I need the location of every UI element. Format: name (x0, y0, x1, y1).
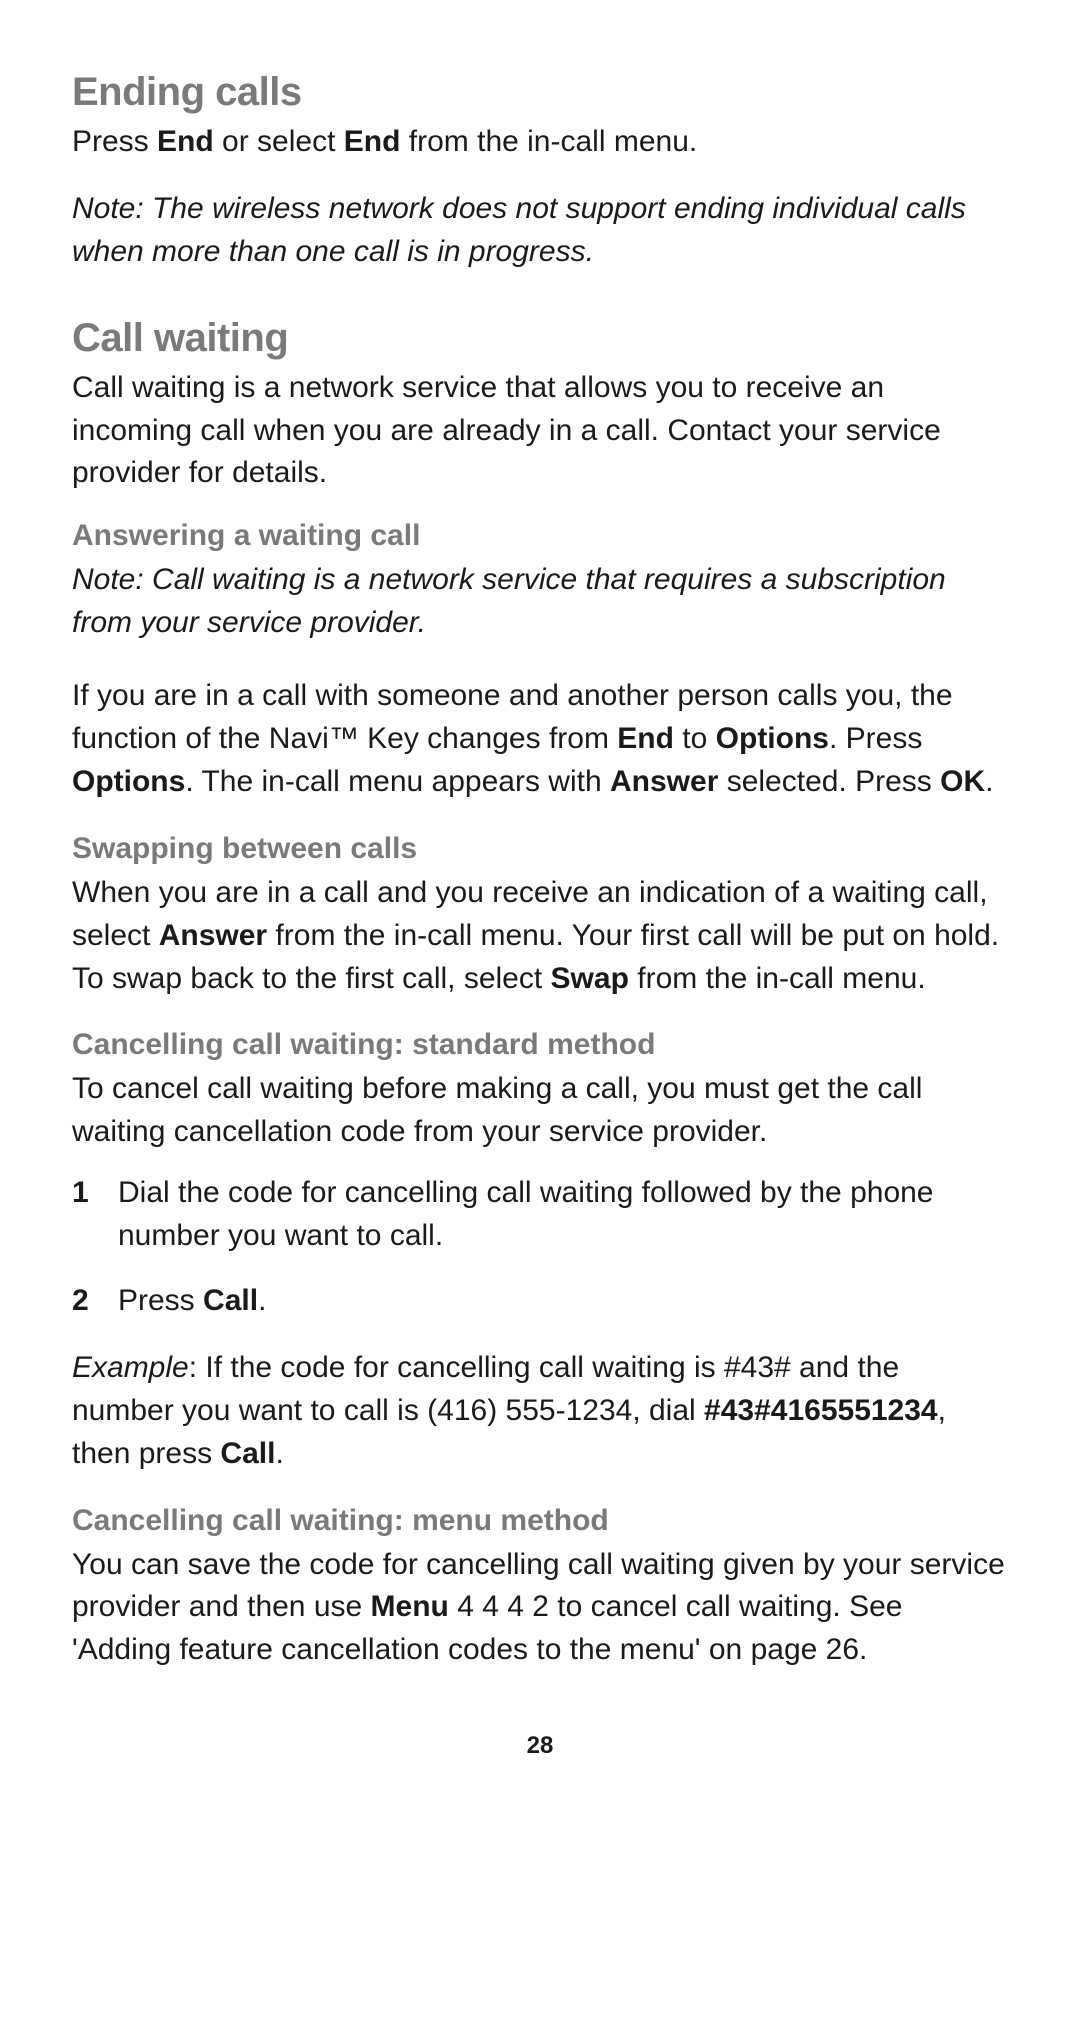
text: from the in-call menu. (629, 962, 926, 995)
text: Press (118, 1284, 203, 1317)
step-text: Dial the code for cancelling call waitin… (118, 1172, 1008, 1258)
subheading-swapping: Swapping between calls (72, 832, 1008, 866)
bold-call: Call (220, 1437, 275, 1470)
bold-options: Options (716, 722, 829, 755)
text: . (258, 1284, 266, 1317)
bold-dialstring: #43#4165551234 (704, 1394, 938, 1427)
list-item: 1 Dial the code for cancelling call wait… (72, 1172, 1008, 1258)
bold-answer: Answer (159, 919, 267, 952)
text: Press (72, 125, 157, 158)
cancel-standard-intro: To cancel call waiting before making a c… (72, 1068, 1008, 1154)
bold-end: End (617, 722, 674, 755)
cancel-menu-para: You can save the code for cancelling cal… (72, 1544, 1008, 1673)
text: . Press (829, 722, 922, 755)
ending-calls-para: Press End or select End from the in-call… (72, 121, 1008, 164)
text: to (674, 722, 716, 755)
text: selected. Press (718, 765, 940, 798)
bold-end: End (344, 125, 401, 158)
step-text: Press Call. (118, 1280, 1008, 1323)
bold-ok: OK (940, 765, 985, 798)
swapping-para: When you are in a call and you receive a… (72, 872, 1008, 1001)
heading-call-waiting: Call waiting (72, 316, 1008, 361)
bold-options: Options (72, 765, 185, 798)
answering-note: Note: Call waiting is a network service … (72, 559, 1008, 645)
bold-end: End (157, 125, 214, 158)
page-number: 28 (72, 1732, 1008, 1760)
answering-para: If you are in a call with someone and an… (72, 675, 1008, 804)
subheading-cancel-standard: Cancelling call waiting: standard method (72, 1028, 1008, 1062)
text: . The in-call menu appears with (185, 765, 610, 798)
example-label: Example (72, 1351, 189, 1384)
step-number: 2 (72, 1280, 118, 1323)
bold-answer: Answer (610, 765, 718, 798)
heading-ending-calls: Ending calls (72, 70, 1008, 115)
text: or select (214, 125, 344, 158)
step-number: 1 (72, 1172, 118, 1258)
list-item: 2 Press Call. (72, 1280, 1008, 1323)
text: . (985, 765, 993, 798)
bold-swap: Swap (551, 962, 629, 995)
call-waiting-intro: Call waiting is a network service that a… (72, 367, 1008, 496)
bold-call: Call (203, 1284, 258, 1317)
cancel-standard-example: Example: If the code for cancelling call… (72, 1347, 1008, 1476)
text: from the in-call menu. (400, 125, 697, 158)
document-page: Ending calls Press End or select End fro… (0, 0, 1080, 1820)
subheading-cancel-menu: Cancelling call waiting: menu method (72, 1504, 1008, 1538)
ending-calls-note: Note: The wireless network does not supp… (72, 188, 1008, 274)
cancel-standard-steps: 1 Dial the code for cancelling call wait… (72, 1172, 1008, 1323)
text: . (275, 1437, 283, 1470)
subheading-answering: Answering a waiting call (72, 519, 1008, 553)
bold-menu: Menu (371, 1590, 449, 1623)
